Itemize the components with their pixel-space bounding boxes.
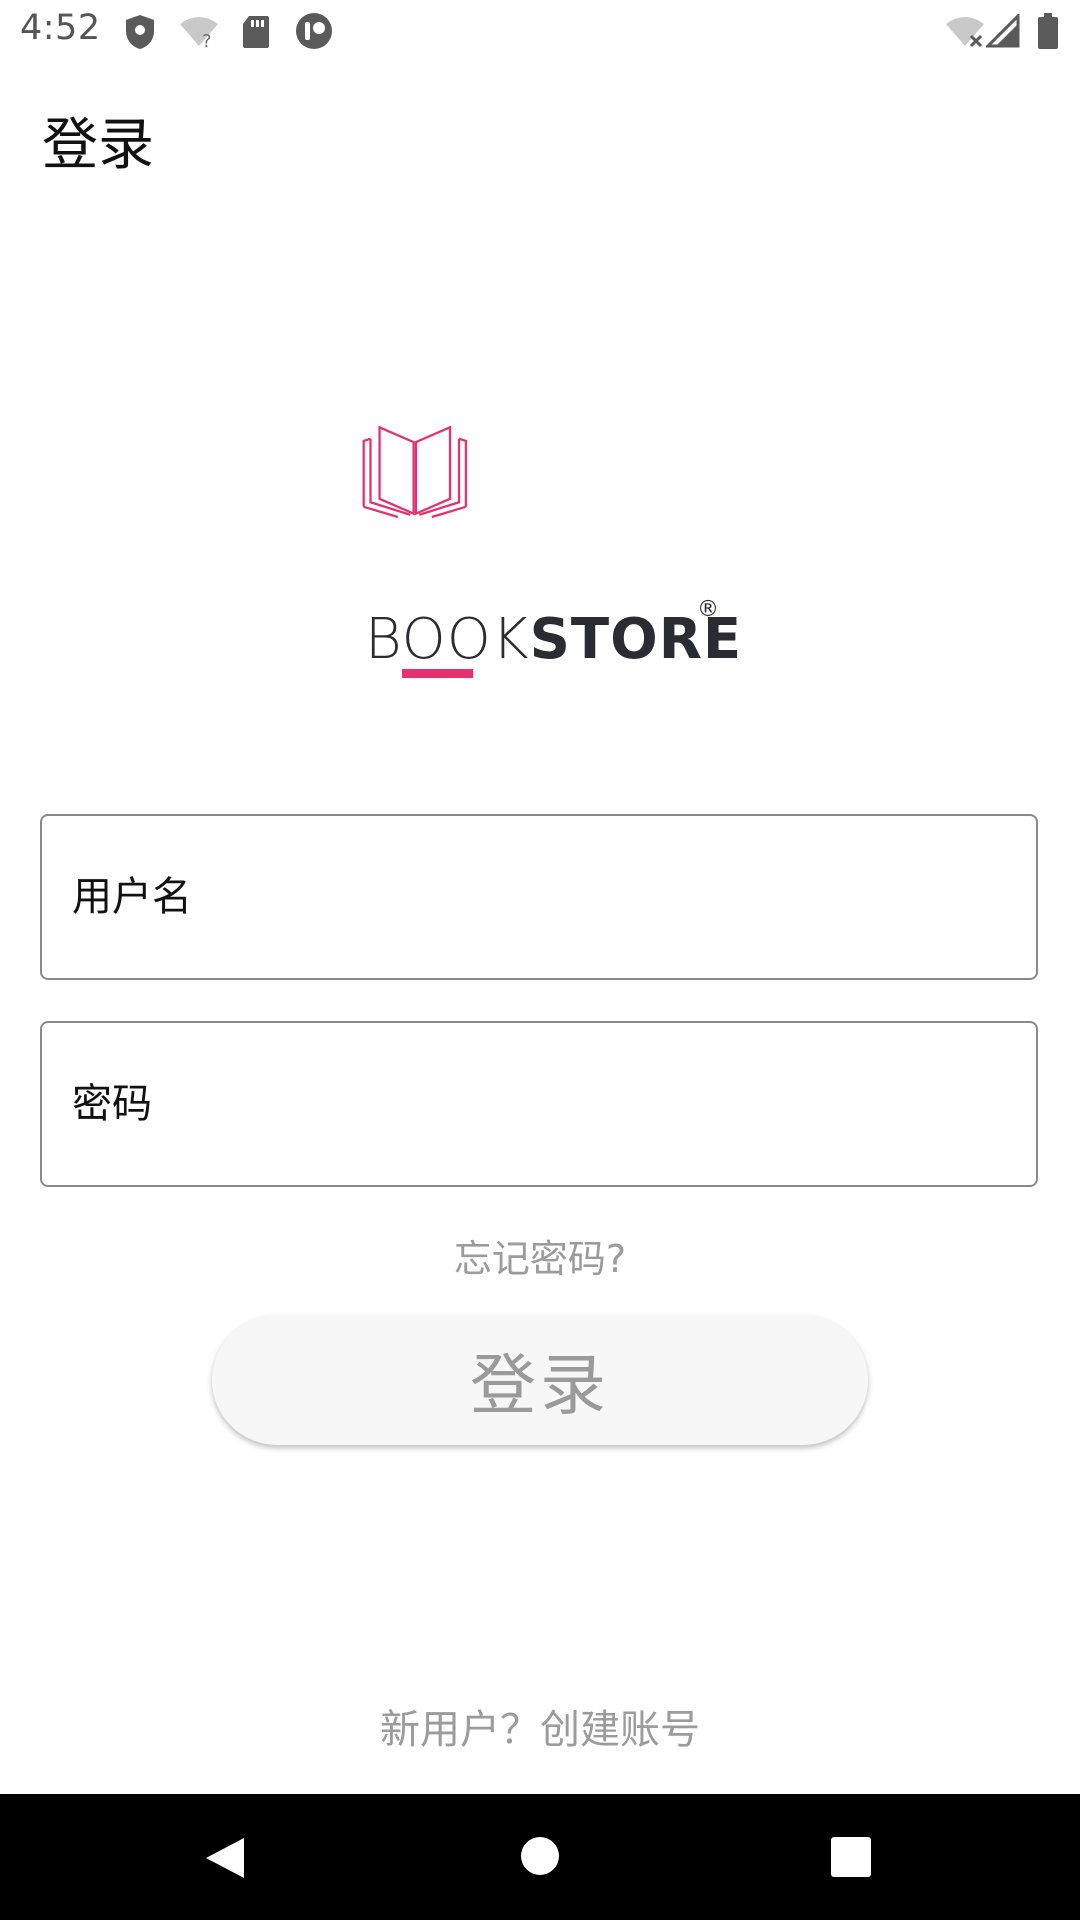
shield-icon	[126, 15, 154, 49]
wifi-off-icon	[946, 17, 984, 48]
status-time: 4:52	[20, 8, 101, 48]
logo-word-light: BOO	[365, 607, 492, 672]
back-icon[interactable]	[204, 1836, 246, 1880]
home-icon[interactable]	[520, 1836, 560, 1876]
navigation-bar	[0, 1794, 1080, 1920]
sd-card-icon	[243, 16, 269, 48]
password-input[interactable]	[72, 1023, 1002, 1185]
battery-icon	[1038, 13, 1058, 49]
password-field[interactable]	[40, 1021, 1038, 1187]
login-button[interactable]: 登录	[212, 1315, 868, 1445]
app-notification-icon	[296, 13, 332, 49]
registered-mark: ®	[697, 597, 719, 622]
logo-wordmark: BOOKSTORE	[365, 608, 742, 672]
username-input[interactable]	[72, 816, 1002, 978]
forgot-password-link[interactable]: 忘记密码?	[0, 1228, 1080, 1283]
svg-text:?: ?	[202, 31, 212, 48]
recents-icon[interactable]	[830, 1836, 872, 1878]
wifi-question-icon: ?	[180, 17, 218, 48]
bookstore-logo-icon	[362, 425, 467, 519]
username-field[interactable]	[40, 814, 1038, 980]
page-title: 登录	[42, 113, 154, 178]
logo-underline	[402, 669, 473, 678]
cellular-signal-icon	[986, 14, 1020, 48]
logo-word-mid: K	[491, 607, 530, 672]
status-bar: 4:52 ?	[0, 0, 1080, 63]
create-account-link[interactable]: 新用户？创建账号	[0, 1697, 1080, 1755]
